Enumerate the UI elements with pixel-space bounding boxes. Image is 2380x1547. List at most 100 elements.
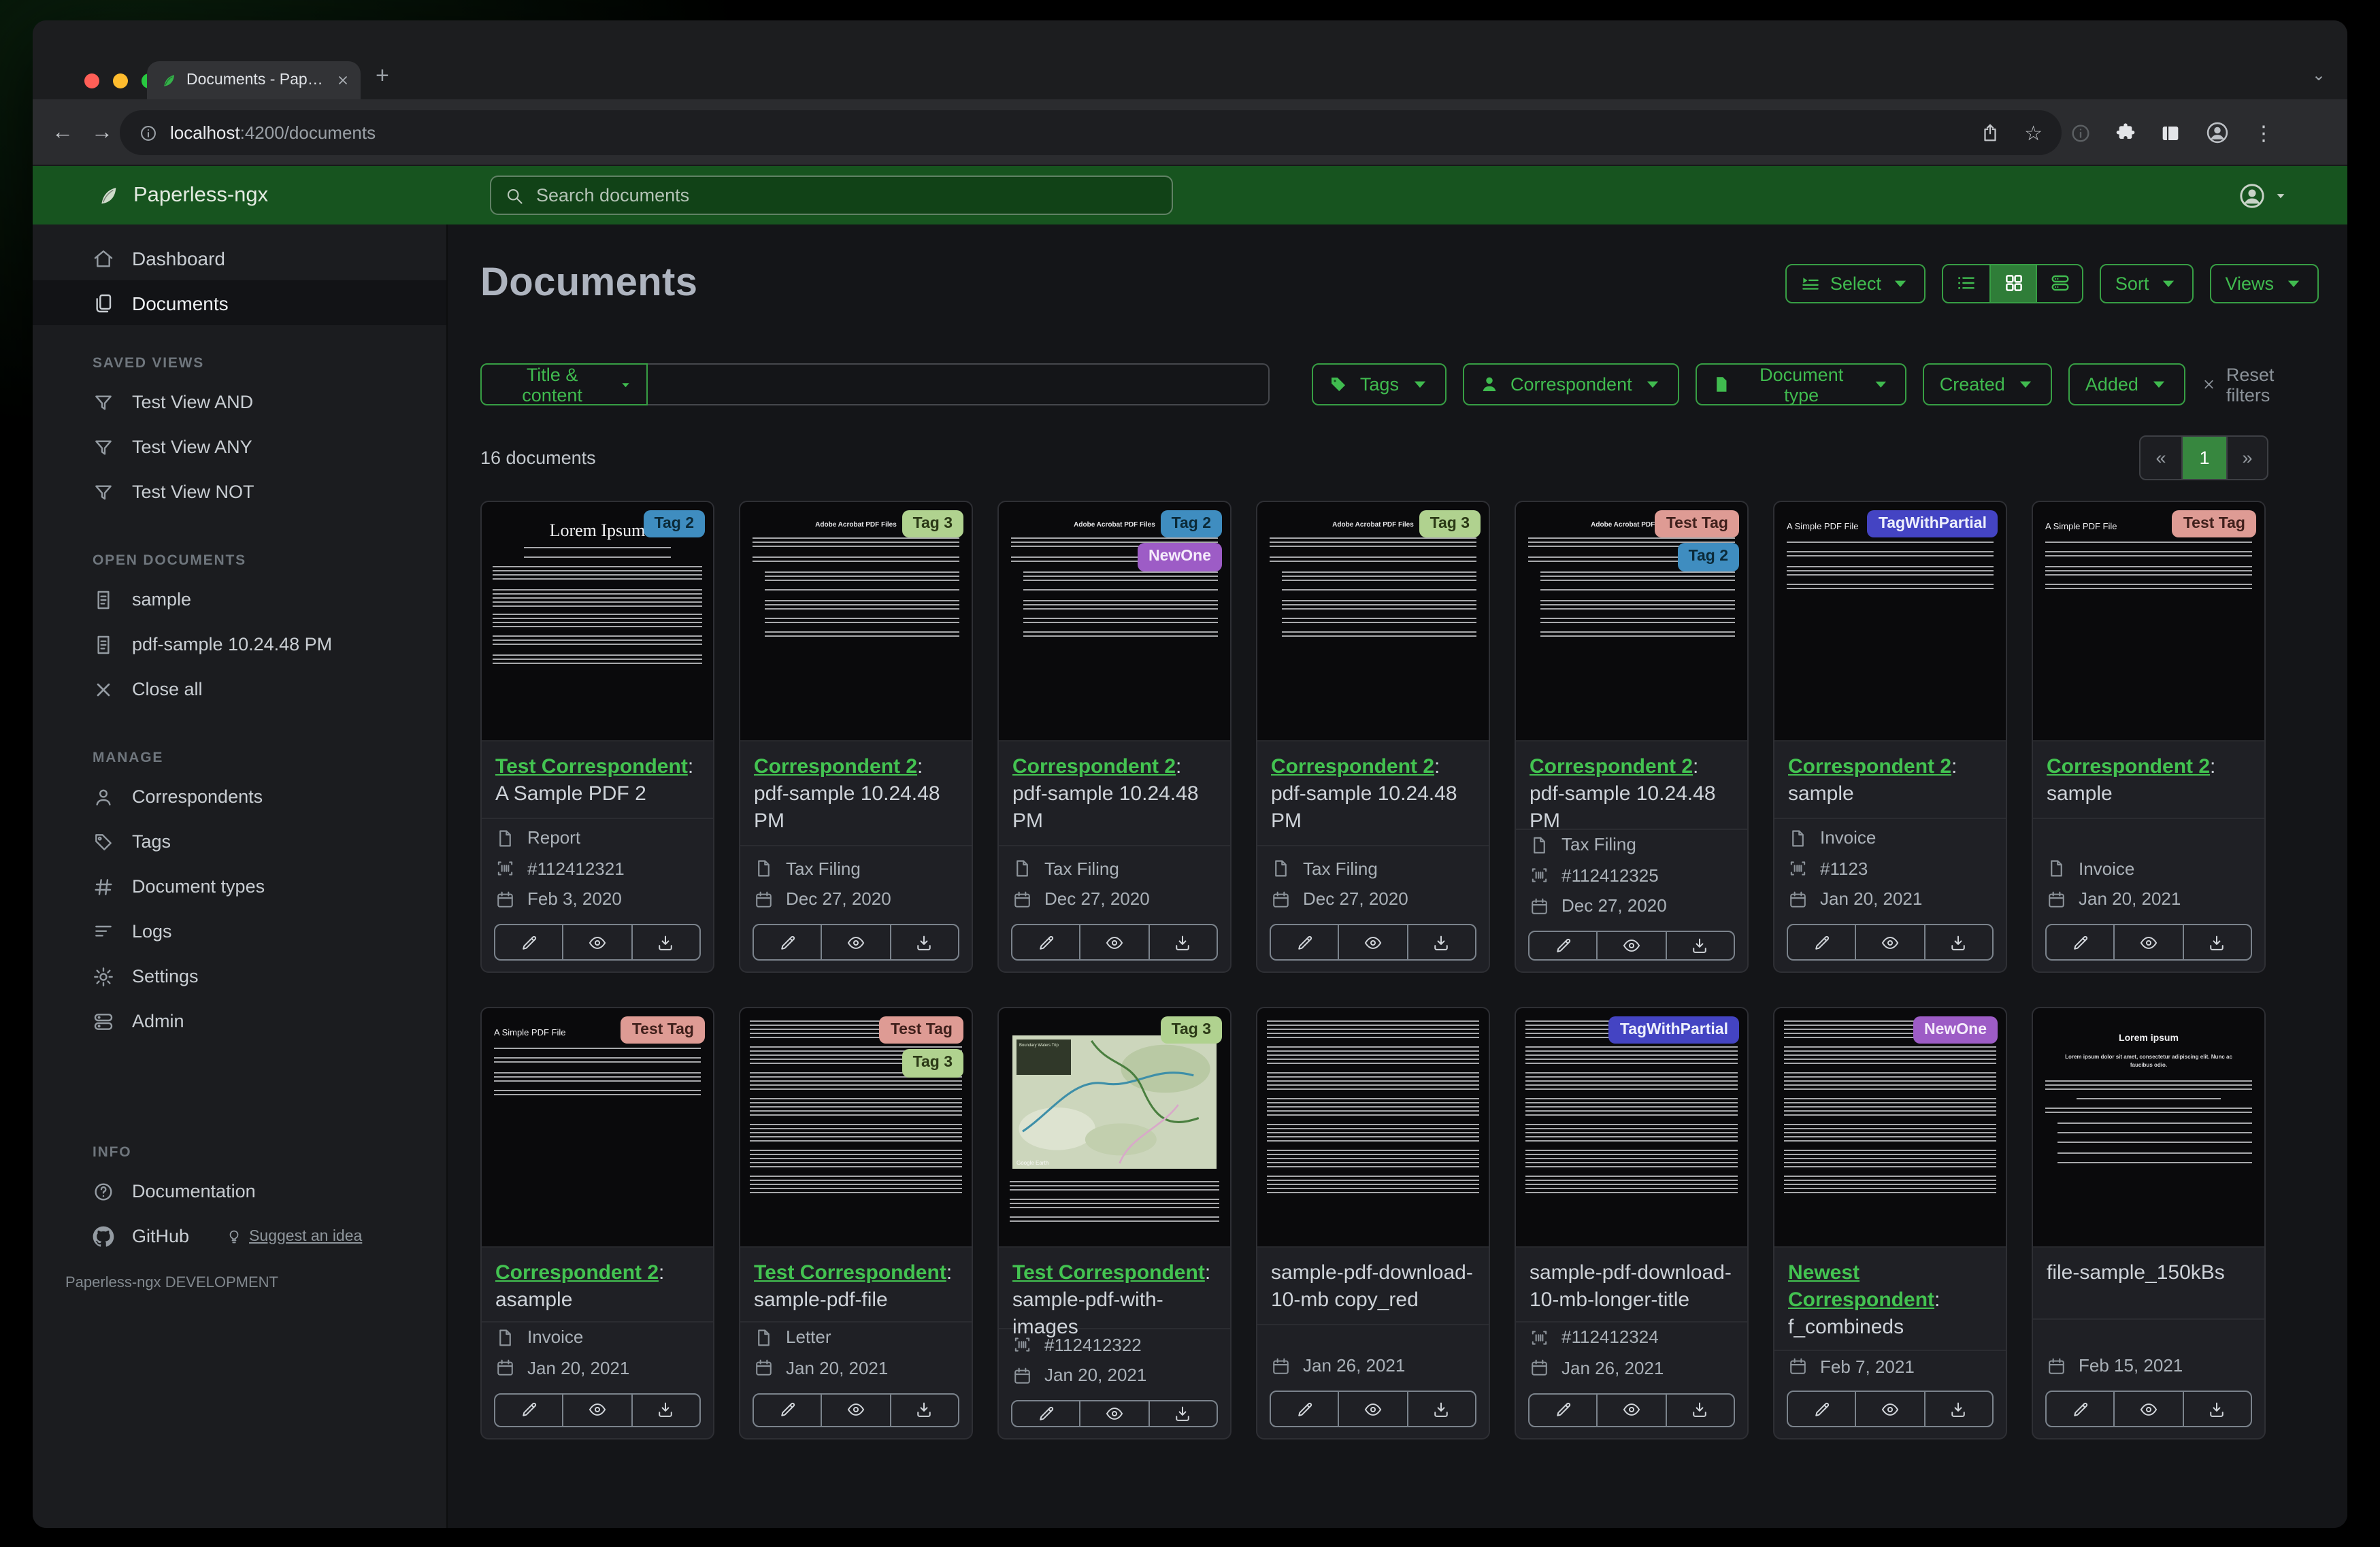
document-card[interactable]: sample-pdf-download-10-mb copy_red Jan 2…: [1256, 1007, 1490, 1440]
preview-button[interactable]: [1596, 1394, 1666, 1426]
user-menu[interactable]: [2237, 166, 2287, 224]
sidebar-item-test-view-any[interactable]: Test View ANY: [33, 425, 446, 469]
reset-filters-button[interactable]: Reset filters: [2202, 364, 2319, 405]
current-page-button[interactable]: 1: [2181, 437, 2226, 479]
tag-badge-tag-2[interactable]: Tag 2: [643, 510, 705, 538]
sidebar-item-dashboard[interactable]: Dashboard: [33, 235, 446, 280]
download-button[interactable]: [1148, 1401, 1217, 1426]
edit-button[interactable]: [754, 1394, 821, 1426]
filter-field-dropdown[interactable]: Title & content: [480, 363, 648, 405]
sidebar-item-documentation[interactable]: Documentation: [33, 1169, 446, 1214]
edit-button[interactable]: [2047, 1392, 2114, 1426]
document-card[interactable]: A Simple PDF File Test Tag Correspondent…: [2032, 501, 2266, 973]
correspondent-link[interactable]: Correspondent 2: [1012, 755, 1176, 778]
edit-button[interactable]: [1788, 925, 1855, 959]
document-card[interactable]: A Simple PDF File Test Tag Correspondent…: [480, 1007, 714, 1440]
sidebar-item-settings[interactable]: Settings: [33, 954, 446, 999]
grid-view-button[interactable]: [1989, 265, 2036, 301]
sidebar-item-test-view-not[interactable]: Test View NOT: [33, 469, 446, 514]
close-window-button[interactable]: [84, 73, 99, 88]
download-button[interactable]: [1406, 925, 1475, 959]
select-button[interactable]: Select: [1785, 263, 1926, 303]
preview-button[interactable]: [821, 925, 890, 959]
download-button[interactable]: [2182, 925, 2251, 959]
sidebar-item-admin[interactable]: Admin: [33, 999, 446, 1044]
new-tab-button[interactable]: +: [376, 63, 389, 90]
sidebar-item-document-types[interactable]: Document types: [33, 864, 446, 909]
edit-button[interactable]: [1271, 925, 1338, 959]
document-card[interactable]: Lorem ipsum Lorem ipsum dolor sit amet, c…: [2032, 1007, 2266, 1440]
correspondent-link[interactable]: Test Correspondent: [1012, 1261, 1205, 1284]
tag-badge-tag-3[interactable]: Tag 3: [902, 510, 963, 538]
download-button[interactable]: [631, 1394, 699, 1426]
preview-button[interactable]: [1855, 1392, 1924, 1426]
sidebar-item-sample[interactable]: sample: [33, 577, 446, 622]
detail-view-button[interactable]: [2036, 265, 2083, 301]
document-card[interactable]: Adobe Acrobat PDF Files Tag 3 Correspond…: [1256, 501, 1490, 973]
preview-button[interactable]: [1338, 925, 1407, 959]
filter-text-input[interactable]: [648, 363, 1270, 405]
app-logo[interactable]: Paperless-ngx: [97, 166, 268, 224]
download-button[interactable]: [1923, 925, 1992, 959]
correspondent-link[interactable]: Newest Correspondent: [1788, 1261, 1934, 1312]
sidebar-item-github[interactable]: GitHub Suggest an idea: [33, 1214, 446, 1259]
edit-button[interactable]: [1788, 1393, 1855, 1426]
correspondent-link[interactable]: Correspondent 2: [2047, 755, 2210, 778]
document-card[interactable]: Boundary Waters Trip Google Earth Tag 3 T…: [997, 1007, 1232, 1440]
bookmark-star-icon[interactable]: ☆: [2024, 120, 2043, 145]
browser-profile-avatar[interactable]: [2204, 120, 2230, 146]
tag-badge-tag-3[interactable]: Tag 3: [902, 1049, 963, 1078]
tag-badge-tagwithpartial[interactable]: TagWithPartial: [1867, 510, 1998, 538]
preview-button[interactable]: [1079, 925, 1148, 959]
edit-button[interactable]: [2047, 925, 2114, 959]
correspondent-link[interactable]: Correspondent 2: [754, 755, 917, 778]
address-bar[interactable]: localhost:4200/documents ☆: [120, 110, 2062, 155]
edit-button[interactable]: [495, 1394, 563, 1426]
sidebar-item-close-all[interactable]: Close all: [33, 667, 446, 712]
document-card[interactable]: A Simple PDF File TagWithPartial Corresp…: [1773, 501, 2007, 973]
preview-button[interactable]: [821, 1394, 890, 1426]
search-input[interactable]: [536, 185, 1158, 205]
tag-badge-tagwithpartial[interactable]: TagWithPartial: [1608, 1016, 1739, 1044]
edit-button[interactable]: [1012, 925, 1080, 959]
share-icon[interactable]: [1979, 122, 2000, 143]
preview-button[interactable]: [1079, 1401, 1148, 1426]
tag-badge-test-tag[interactable]: Test Tag: [2172, 510, 2256, 538]
document-card[interactable]: NewOne Newest Correspondent: f_combineds…: [1773, 1007, 2007, 1440]
correspondent-link[interactable]: Test Correspondent: [495, 755, 688, 778]
added-filter-button[interactable]: Added: [2068, 363, 2186, 405]
next-page-button[interactable]: »: [2226, 437, 2267, 479]
global-search[interactable]: [490, 176, 1173, 215]
previous-page-button[interactable]: «: [2141, 437, 2181, 479]
sort-button[interactable]: Sort: [2100, 263, 2194, 303]
sidebar-item-logs[interactable]: Logs: [33, 909, 446, 954]
preview-button[interactable]: [562, 1394, 631, 1426]
sidebar-item-correspondents[interactable]: Correspondents: [33, 774, 446, 819]
document-card[interactable]: Adobe Acrobat PDF Files Tag 3 Correspond…: [739, 501, 973, 973]
tag-badge-tag-2[interactable]: Tag 2: [1677, 543, 1739, 571]
document-card[interactable]: Lorem Ipsum Tag 2 Test Correspondent: A …: [480, 501, 714, 973]
download-button[interactable]: [2182, 1392, 2251, 1426]
correspondent-link[interactable]: Correspondent 2: [1271, 755, 1434, 778]
document-card[interactable]: Test Tag Tag 3 Test Correspondent: sample…: [739, 1007, 973, 1440]
download-button[interactable]: [1665, 1394, 1734, 1426]
correspondent-link[interactable]: Correspondent 2: [495, 1261, 659, 1284]
tags-filter-button[interactable]: Tags: [1312, 363, 1447, 405]
edit-button[interactable]: [754, 925, 821, 959]
correspondent-filter-button[interactable]: Correspondent: [1462, 363, 1680, 405]
preview-button[interactable]: [562, 925, 631, 959]
tag-badge-test-tag[interactable]: Test Tag: [621, 1016, 705, 1044]
back-button[interactable]: ←: [52, 120, 73, 145]
download-button[interactable]: [1406, 1392, 1475, 1426]
browser-menu-kebab-icon[interactable]: ⋮: [2253, 120, 2274, 145]
sidebar-item-tags[interactable]: Tags: [33, 819, 446, 864]
correspondent-link[interactable]: Correspondent 2: [1530, 755, 1693, 778]
tag-badge-newone[interactable]: NewOne: [1137, 543, 1222, 571]
preview-button[interactable]: [2113, 1392, 2183, 1426]
tab-search-chevron-icon[interactable]: ⌄: [2312, 65, 2326, 84]
document-card[interactable]: Adobe Acrobat PDF Files Tag 2 NewOne Corr…: [997, 501, 1232, 973]
tab-close-icon[interactable]: [336, 73, 350, 87]
views-button[interactable]: Views: [2210, 263, 2319, 303]
download-button[interactable]: [889, 925, 958, 959]
preview-button[interactable]: [1338, 1392, 1407, 1426]
